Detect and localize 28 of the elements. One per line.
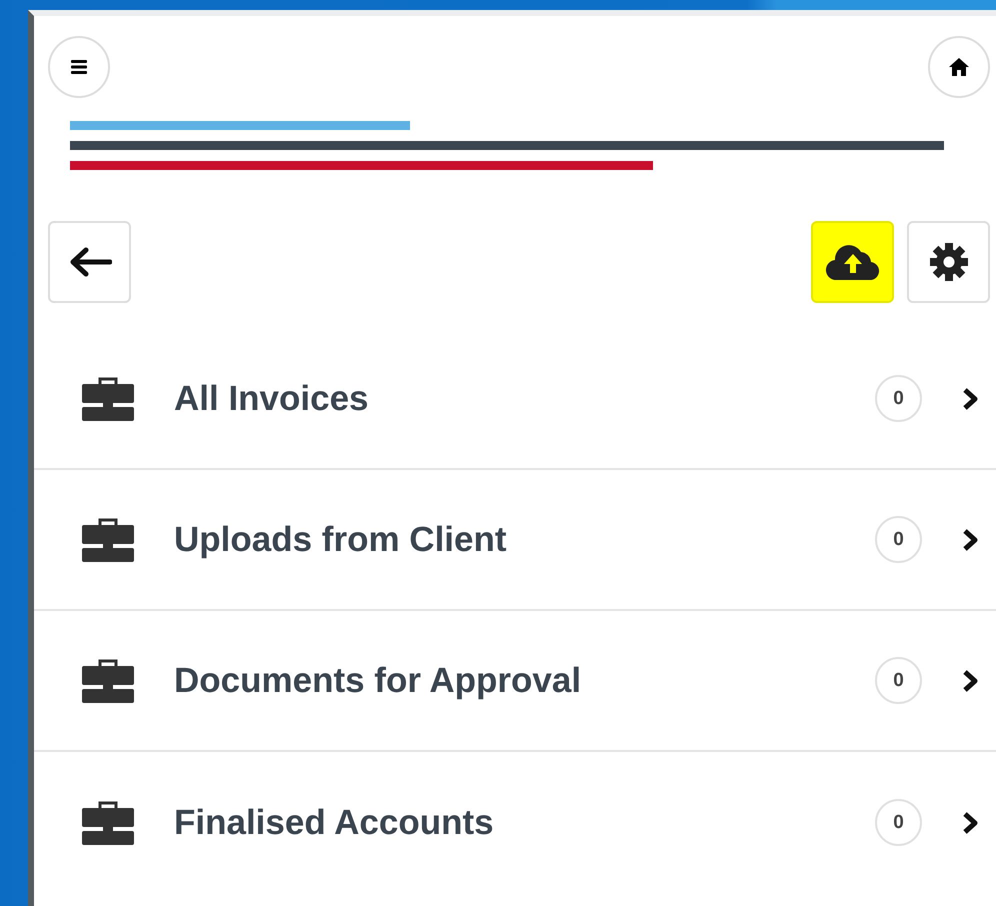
count-badge: 0 xyxy=(875,657,922,704)
list-item[interactable]: Uploads from Client 0 xyxy=(34,470,996,611)
back-arrow-icon xyxy=(68,247,112,277)
briefcase-icon xyxy=(82,658,134,704)
list-item[interactable]: Documents for Approval 0 xyxy=(34,611,996,752)
briefcase-icon xyxy=(82,376,134,422)
item-label: Finalised Accounts xyxy=(174,802,495,842)
briefcase-icon xyxy=(82,516,134,562)
upload-button[interactable] xyxy=(811,221,894,303)
home-icon xyxy=(948,57,970,77)
item-label: Documents for Approval xyxy=(174,660,582,700)
chevron-right-icon xyxy=(962,810,978,834)
briefcase-icon xyxy=(82,800,134,846)
chevron-right-icon xyxy=(962,528,978,552)
settings-icon xyxy=(928,241,970,283)
back-button[interactable] xyxy=(48,221,131,303)
count-badge: 0 xyxy=(875,516,922,563)
chevron-right-icon xyxy=(962,668,978,692)
list-item[interactable]: All Invoices 0 xyxy=(34,329,996,470)
cloud-upload-icon xyxy=(824,242,880,282)
chevron-right-icon xyxy=(962,386,978,410)
count-badge: 0 xyxy=(875,799,922,846)
menu-icon xyxy=(69,57,89,77)
count-badge: 0 xyxy=(875,375,922,422)
item-label: All Invoices xyxy=(174,378,370,418)
settings-button[interactable] xyxy=(907,221,990,303)
item-label: Uploads from Client xyxy=(174,520,508,560)
list-item[interactable]: Finalised Accounts 0 xyxy=(34,752,996,893)
